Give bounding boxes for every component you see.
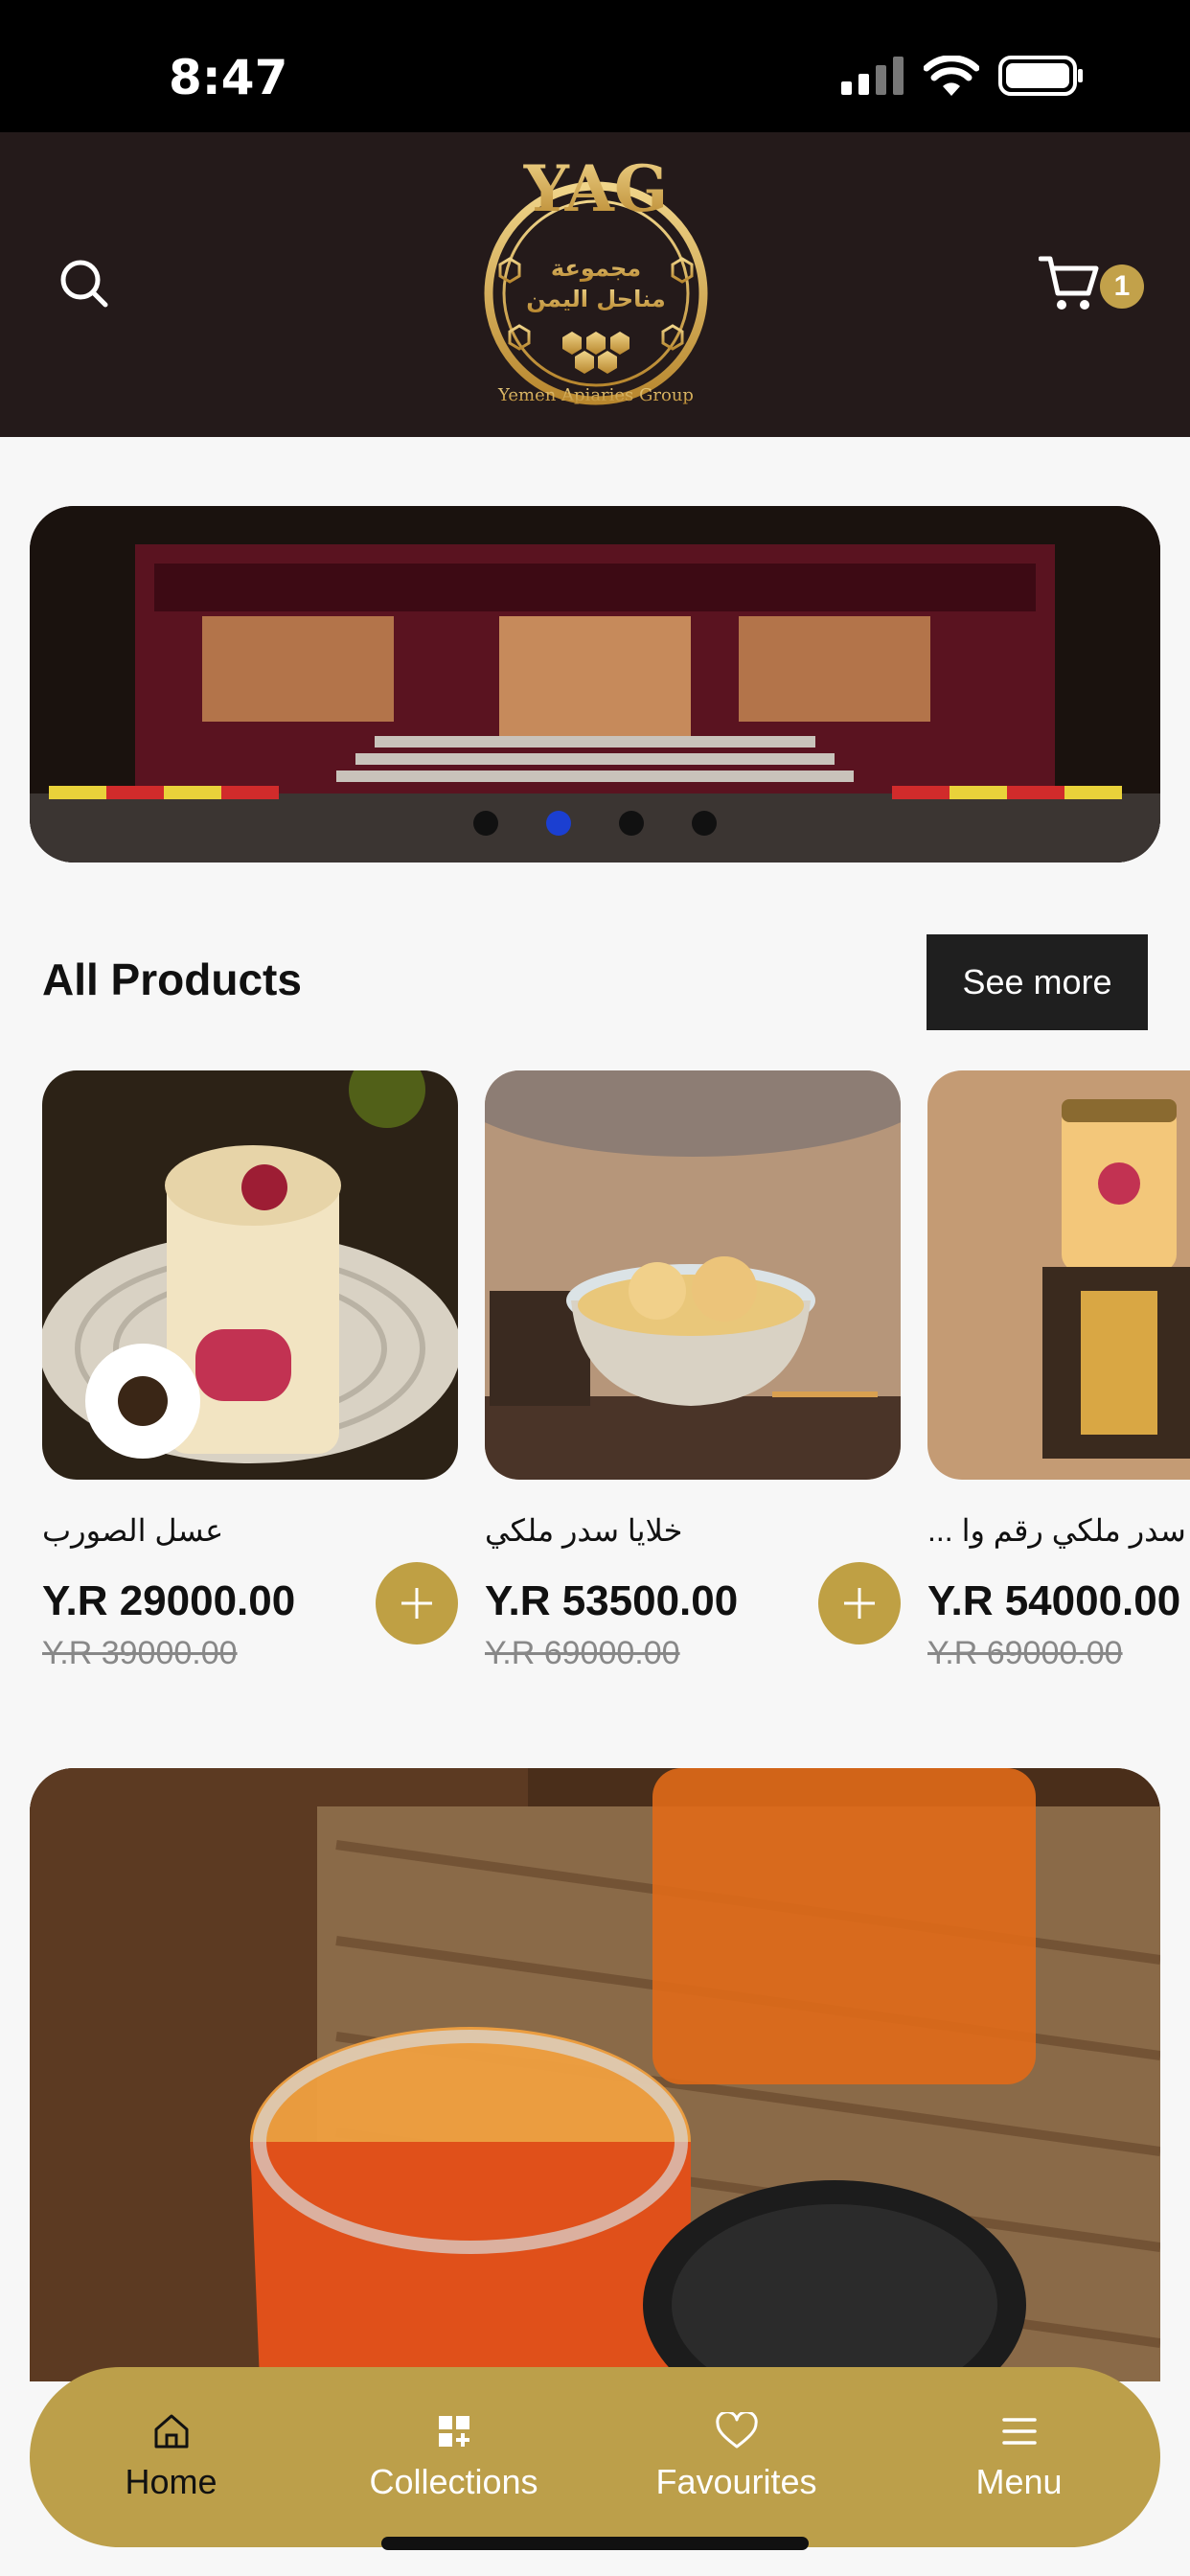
nav-collections-label: Collections xyxy=(369,2462,538,2501)
nav-home[interactable]: Home xyxy=(30,2367,312,2547)
nav-collections[interactable]: Collections xyxy=(312,2367,595,2547)
product-name: خلايا سدر ملكي xyxy=(485,1513,683,1548)
search-icon xyxy=(60,260,108,308)
heart-icon xyxy=(715,2412,758,2449)
carousel-dots xyxy=(30,811,1160,836)
product-old-price: Y.R 69000.00 xyxy=(485,1635,680,1671)
search-button[interactable] xyxy=(46,245,123,322)
promo-image xyxy=(30,1768,1160,2381)
nav-menu-label: Menu xyxy=(975,2462,1063,2501)
add-to-cart-button[interactable] xyxy=(818,1562,901,1644)
product-card[interactable]: عسل الصورب Y.R 29000.00 Y.R 39000.00 xyxy=(42,1070,458,1672)
app-header: YAG مجموعة مناحل اليمن Yemen Apiaries Gr… xyxy=(0,132,1190,437)
product-image xyxy=(927,1070,1190,1480)
product-old-price: Y.R 69000.00 xyxy=(927,1635,1123,1671)
carousel-dot[interactable] xyxy=(619,811,644,836)
hero-banner[interactable] xyxy=(30,506,1160,862)
carousel-dot-active[interactable] xyxy=(546,811,571,836)
see-more-button[interactable]: See more xyxy=(927,934,1148,1030)
logo-arabic-line1: مجموعة xyxy=(551,255,641,282)
plus-icon xyxy=(401,1588,432,1619)
logo-english: Yemen Apiaries Group xyxy=(497,385,694,405)
brand-logo: YAG مجموعة مناحل اليمن Yemen Apiaries Gr… xyxy=(471,150,721,420)
product-name: عسل الصورب xyxy=(42,1513,224,1548)
status-icons xyxy=(841,56,1085,96)
product-card[interactable]: عسل سدر ملكي رقم وا ... Y.R 54000.00 Y.R… xyxy=(927,1070,1190,1672)
section-title: All Products xyxy=(42,954,302,1004)
status-time: 8:47 xyxy=(169,50,288,105)
product-card[interactable]: خلايا سدر ملكي Y.R 53500.00 Y.R 69000.00 xyxy=(485,1070,901,1672)
home-icon xyxy=(154,2414,188,2449)
product-carousel: عسل الصورب Y.R 29000.00 Y.R 39000.00 خلا… xyxy=(0,1070,1190,1703)
cart-button[interactable]: 1 xyxy=(1039,245,1144,322)
promo-banner[interactable] xyxy=(30,1768,1160,2381)
add-to-cart-button[interactable] xyxy=(376,1562,458,1644)
cart-count-badge: 1 xyxy=(1100,264,1144,309)
nav-menu[interactable]: Menu xyxy=(878,2367,1160,2547)
signal-icon xyxy=(841,57,904,95)
nav-favourites[interactable]: Favourites xyxy=(595,2367,878,2547)
carousel-dot[interactable] xyxy=(692,811,717,836)
bottom-navigation: Home Collections Favourites Menu xyxy=(30,2367,1160,2547)
product-image xyxy=(485,1070,901,1480)
nav-favourites-label: Favourites xyxy=(655,2462,817,2501)
hero-image xyxy=(30,506,1160,862)
product-old-price: Y.R 39000.00 xyxy=(42,1635,238,1671)
plus-icon xyxy=(844,1588,875,1619)
carousel-dot[interactable] xyxy=(473,811,498,836)
home-indicator xyxy=(381,2537,809,2550)
product-image xyxy=(42,1070,458,1480)
logo-arabic-line2: مناحل اليمن xyxy=(526,286,665,312)
nav-home-label: Home xyxy=(125,2462,217,2501)
cart-icon xyxy=(1039,256,1099,310)
logo-mark: YAG xyxy=(523,151,668,226)
grid-plus-icon xyxy=(438,2416,469,2447)
product-price: Y.R 54000.00 xyxy=(927,1577,1181,1624)
battery-icon xyxy=(998,56,1083,96)
menu-icon xyxy=(1001,2418,1037,2445)
wifi-icon xyxy=(924,56,979,96)
product-name: عسل سدر ملكي رقم وا ... xyxy=(927,1513,1190,1548)
status-bar: 8:47 xyxy=(0,0,1190,132)
